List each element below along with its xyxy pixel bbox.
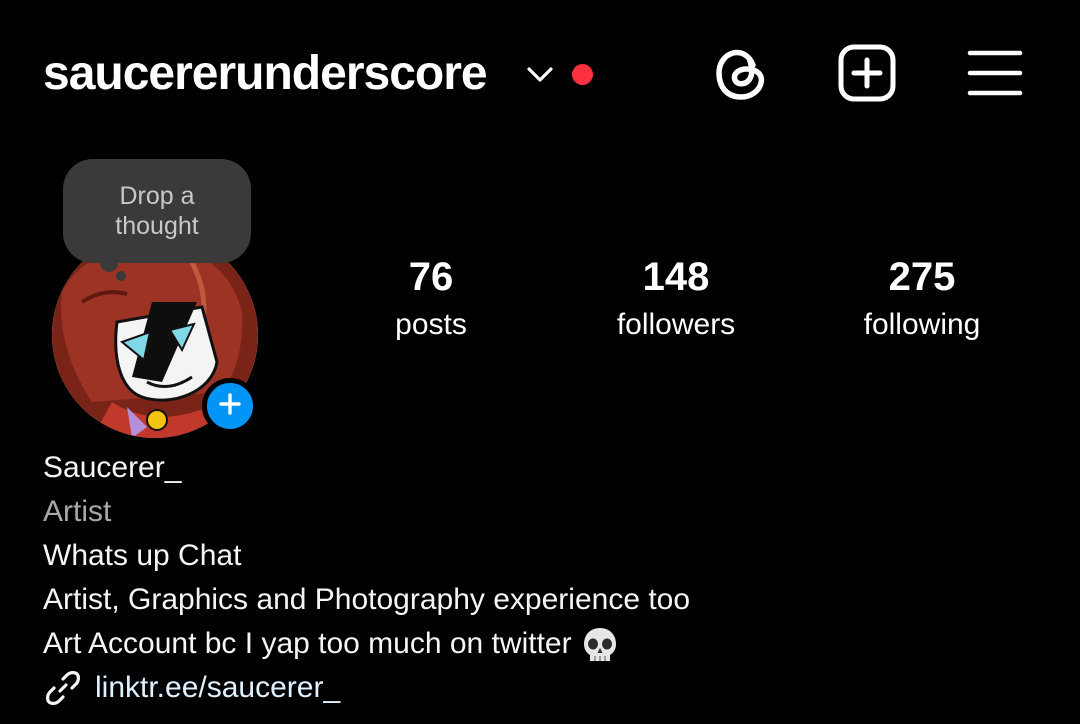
display-name: Saucerer_ [43, 451, 182, 484]
posts-count[interactable]: 76 posts [331, 252, 531, 345]
profile-category: Artist [43, 495, 112, 528]
following-value: 275 [888, 255, 956, 299]
note-bubble-tail [100, 254, 118, 272]
threads-icon [713, 43, 769, 108]
following-label: following [863, 308, 981, 341]
chevron-down-icon[interactable] [525, 62, 555, 86]
profile-header: saucererunderscore [0, 0, 1080, 150]
bio-line-with-emoji: Art Account bc I yap too much on twitter [43, 622, 1043, 666]
note-text: Drop a thought [115, 182, 199, 240]
followers-label: followers [616, 308, 736, 341]
notification-dot [572, 64, 593, 85]
profile-bio: Saucerer_ Artist Whats up Chat Artist, G… [43, 446, 1043, 710]
link-icon [43, 668, 83, 708]
profile-username[interactable]: saucererunderscore [43, 46, 488, 102]
threads-button[interactable] [710, 44, 772, 106]
menu-button[interactable] [964, 44, 1026, 106]
note-bubble[interactable]: Drop a thought [63, 159, 251, 263]
create-post-button[interactable] [836, 44, 898, 106]
note-bubble-tail-small [116, 271, 126, 281]
skull-emoji [582, 626, 618, 664]
followers-value: 148 [642, 255, 710, 299]
profile-link-text[interactable]: linktr.ee/saucerer_ [95, 666, 340, 710]
followers-count[interactable]: 148 followers [576, 252, 776, 345]
bio-line: Artist, Graphics and Photography experie… [43, 583, 691, 616]
posts-label: posts [395, 308, 467, 341]
profile-link[interactable]: linktr.ee/saucerer_ [43, 666, 1043, 710]
posts-value: 76 [408, 255, 454, 299]
hamburger-menu-icon [967, 47, 1023, 104]
bio-line: Whats up Chat [43, 539, 242, 572]
add-square-icon [836, 42, 898, 109]
bio-line: Art Account bc I yap too much on twitter [43, 627, 572, 660]
plus-icon [218, 392, 242, 421]
add-story-button[interactable] [202, 378, 258, 434]
following-count[interactable]: 275 following [822, 252, 1022, 345]
